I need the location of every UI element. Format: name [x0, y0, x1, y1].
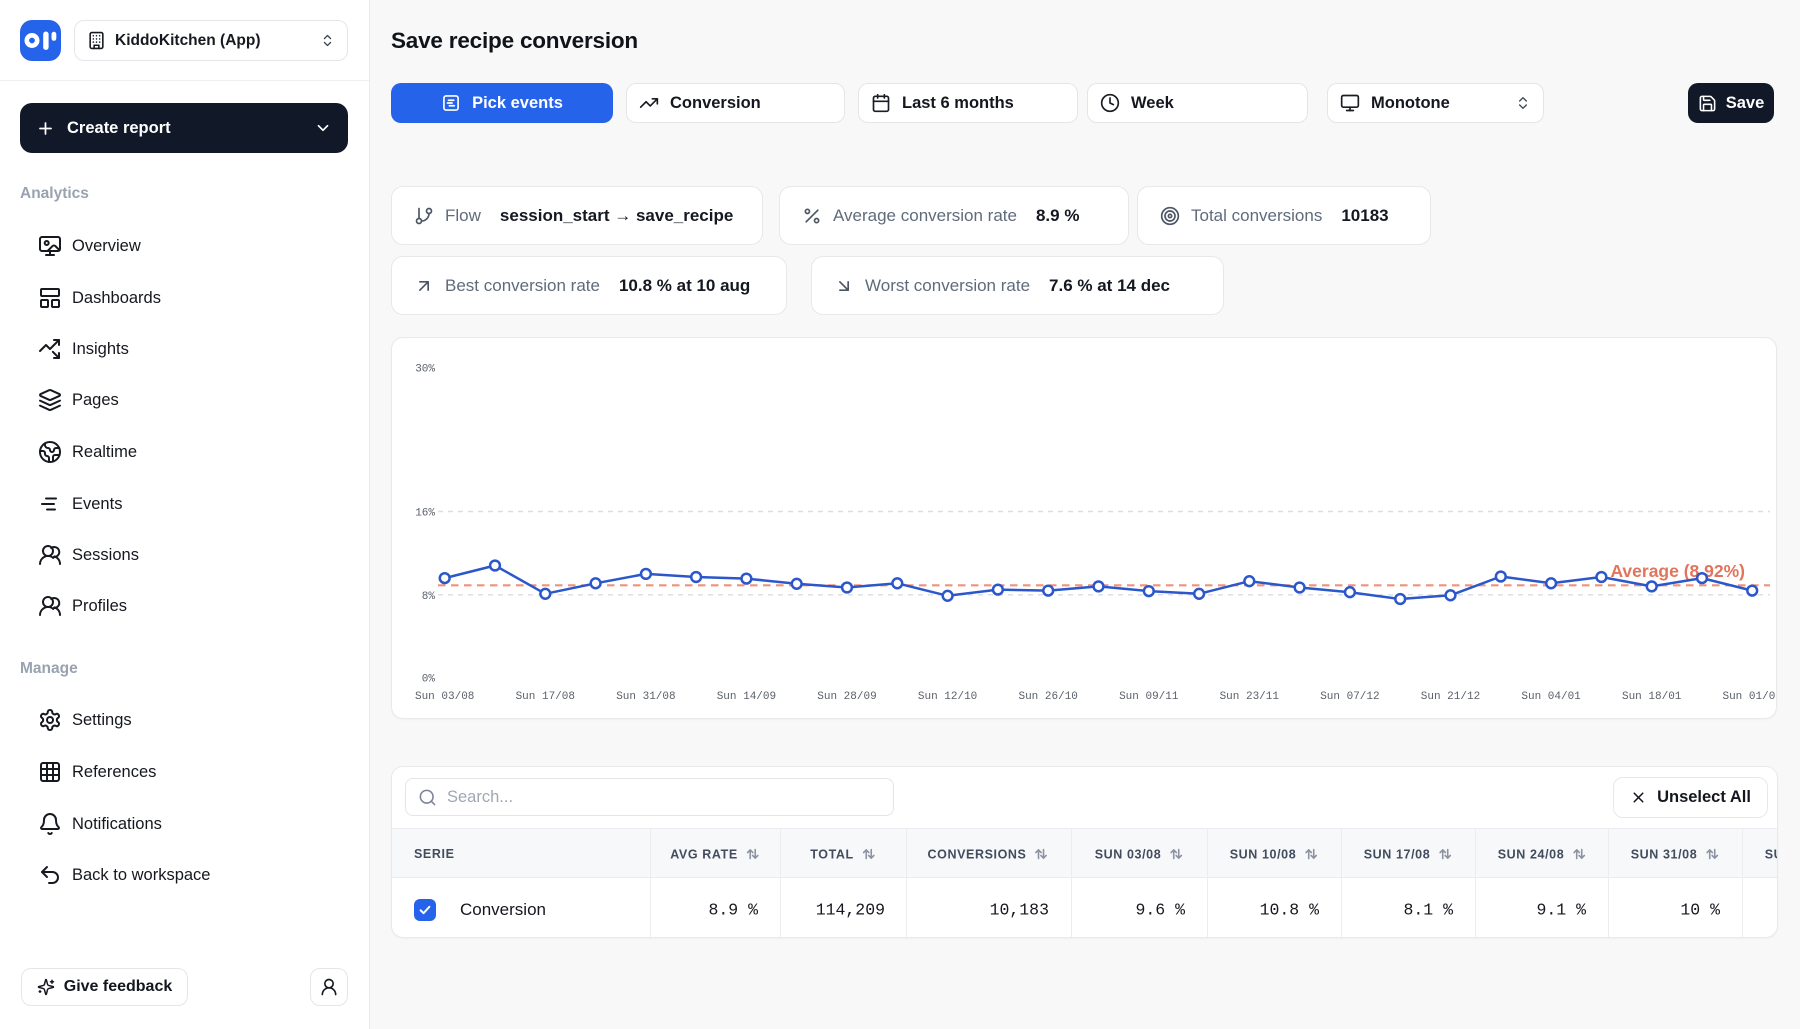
svg-text:8%: 8%	[422, 591, 436, 603]
svg-text:Sun 23/11: Sun 23/11	[1220, 691, 1280, 703]
svg-text:Average (8.92%): Average (8.92%)	[1610, 561, 1745, 581]
svg-text:Sun 21/12: Sun 21/12	[1421, 691, 1480, 703]
svg-text:Sun 07/12: Sun 07/12	[1320, 691, 1379, 703]
svg-text:16%: 16%	[415, 508, 435, 520]
svg-text:Sun 17/08: Sun 17/08	[516, 691, 575, 703]
svg-text:Sun 12/10: Sun 12/10	[918, 691, 977, 703]
svg-text:Sun 01/02: Sun 01/02	[1722, 691, 1776, 703]
svg-text:0%: 0%	[422, 673, 436, 685]
svg-text:Sun 04/01: Sun 04/01	[1521, 691, 1581, 703]
svg-text:Sun 03/08: Sun 03/08	[415, 691, 474, 703]
svg-text:Sun 31/08: Sun 31/08	[616, 691, 675, 703]
svg-text:Sun 09/11: Sun 09/11	[1119, 691, 1179, 703]
svg-text:Sun 18/01: Sun 18/01	[1622, 691, 1682, 703]
svg-text:Sun 28/09: Sun 28/09	[817, 691, 876, 703]
svg-text:Sun 14/09: Sun 14/09	[717, 691, 776, 703]
svg-text:Sun 26/10: Sun 26/10	[1018, 691, 1077, 703]
svg-text:30%: 30%	[415, 364, 435, 376]
